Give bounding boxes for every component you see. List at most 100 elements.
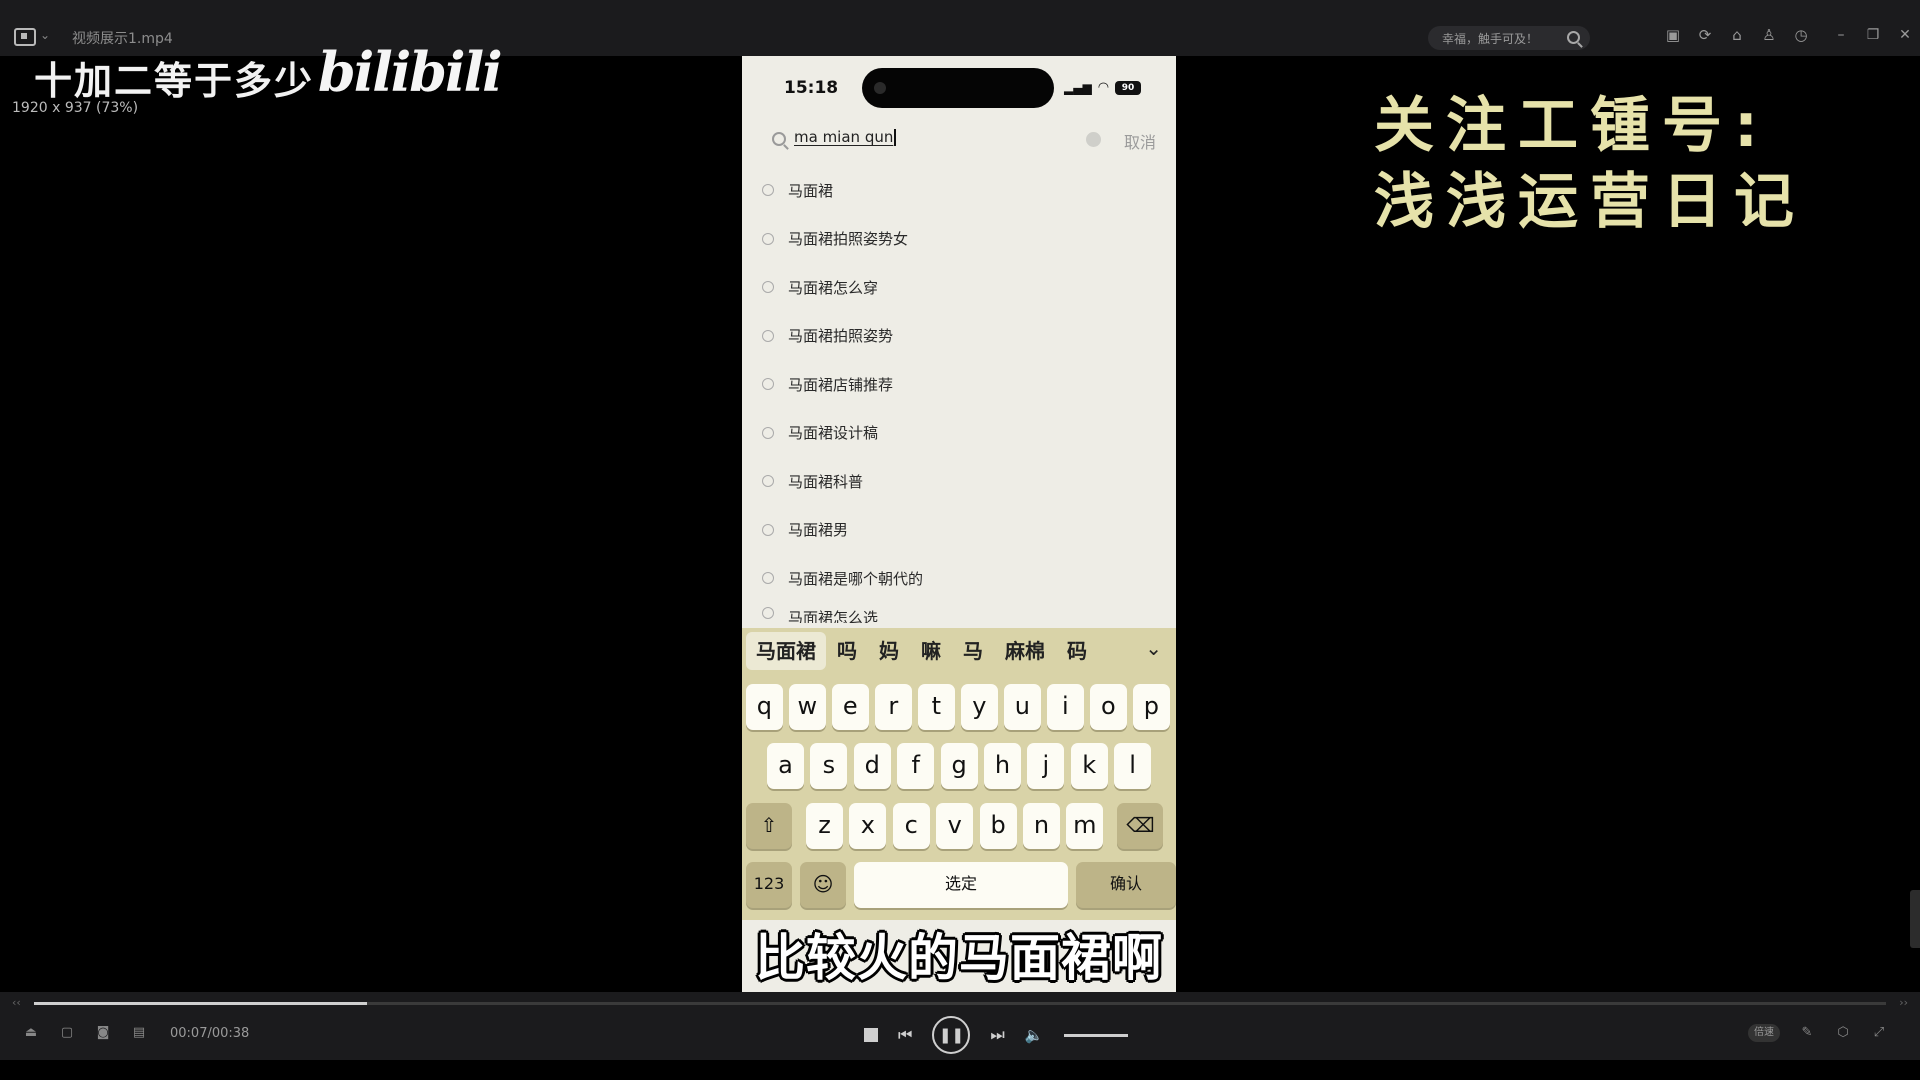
chevron-left-icon[interactable]: ‹‹ [12, 996, 21, 1009]
suggestion-item[interactable]: 马面裙拍照姿势 [742, 312, 1176, 361]
suggestion-item[interactable]: 马面裙怎么穿 [742, 263, 1176, 312]
suggestion-item[interactable]: 马面裙科普 [742, 457, 1176, 506]
chevron-down-icon[interactable]: ⌄ [40, 28, 50, 42]
battery-icon: 90 [1115, 80, 1142, 95]
fullscreen-icon[interactable]: ⤢ [1870, 1024, 1888, 1042]
key-d[interactable]: d [853, 743, 891, 789]
previous-icon[interactable]: ⏮ [898, 1025, 912, 1045]
candidate-word[interactable]: 码 [1056, 632, 1098, 670]
space-key[interactable]: 选定 [854, 862, 1068, 908]
text-caret [894, 129, 897, 146]
key-y[interactable]: y [961, 684, 998, 730]
candidate-word[interactable]: 吗 [826, 632, 868, 670]
close-icon[interactable]: ✕ [1896, 26, 1914, 44]
refresh-icon[interactable]: ⟳ [1696, 26, 1714, 44]
candidate-word[interactable]: 马 [952, 632, 994, 670]
3d-icon[interactable]: ⬡ [1834, 1024, 1852, 1042]
camera-icon[interactable]: ◙ [94, 1024, 112, 1042]
speed-button[interactable]: 倍速 [1748, 1024, 1780, 1042]
progress-bar[interactable] [34, 1002, 1886, 1005]
key-r[interactable]: r [875, 684, 912, 730]
wifi-icon: ◠ [1097, 80, 1110, 95]
emoji-key[interactable]: ☺ [800, 862, 846, 908]
shift-icon: ⇧ [760, 813, 778, 837]
emoji-icon: ☺ [812, 872, 834, 896]
key-o[interactable]: o [1090, 684, 1127, 730]
search-input[interactable]: ma mian qun [794, 128, 1024, 150]
dynamic-island [862, 68, 1054, 108]
player-controls: ‹‹ ›› ⏏ ▢ ◙ ▤ 00:07/00:38 ⏮ ❚❚ ⏭ 🔈 倍速 ✎ … [0, 992, 1920, 1060]
confirm-key[interactable]: 确认 [1076, 862, 1176, 908]
numbers-key[interactable]: 123 [746, 862, 792, 908]
frame-icon[interactable]: ▢ [58, 1024, 76, 1042]
app-logo-icon[interactable] [14, 28, 36, 46]
shift-key[interactable]: ⇧ [746, 803, 792, 849]
candidate-word[interactable]: 马面裙 [746, 632, 826, 670]
key-a[interactable]: a [767, 743, 804, 789]
key-v[interactable]: v [936, 803, 974, 849]
suggestion-list: 马面裙 马面裙拍照姿势女 马面裙怎么穿 马面裙拍照姿势 马面裙店铺推荐 马面裙设… [742, 166, 1176, 623]
suggestion-item[interactable]: 马面裙是哪个朝代的 [742, 554, 1176, 603]
stop-icon[interactable] [864, 1028, 878, 1042]
key-b[interactable]: b [979, 803, 1017, 849]
key-u[interactable]: u [1004, 684, 1041, 730]
key-n[interactable]: n [1022, 803, 1060, 849]
key-i[interactable]: i [1047, 684, 1084, 730]
shirt-icon[interactable]: ♙ [1760, 26, 1778, 44]
key-m[interactable]: m [1066, 803, 1104, 849]
suggestion-item[interactable]: 马面裙怎么选 [742, 603, 1176, 623]
suggestion-item[interactable]: 马面裙 [742, 166, 1176, 215]
suggestion-item[interactable]: 马面裙设计稿 [742, 409, 1176, 458]
candidate-word[interactable]: 嘛 [910, 632, 952, 670]
search-icon [762, 572, 774, 585]
suggestion-item[interactable]: 马面裙拍照姿势女 [742, 215, 1176, 264]
key-e[interactable]: e [832, 684, 869, 730]
record-icon[interactable]: ▤ [130, 1024, 148, 1042]
key-w[interactable]: w [789, 684, 826, 730]
signal-icon: ▂▄▆ [1064, 80, 1092, 95]
key-j[interactable]: j [1027, 743, 1065, 789]
next-icon[interactable]: ⏭ [990, 1025, 1004, 1045]
key-l[interactable]: l [1114, 743, 1152, 789]
time-display: 00:07/00:38 [170, 1026, 250, 1041]
delete-icon: ⌫ [1126, 813, 1155, 837]
status-time: 15:18 [784, 78, 839, 98]
candidate-bar: 马面裙 吗 妈 嘛 马 麻棉 码 ⌄ [742, 628, 1176, 674]
volume-icon[interactable]: 🔈 [1025, 1026, 1044, 1044]
volume-slider[interactable] [1063, 1033, 1128, 1037]
side-panel-handle[interactable] [1910, 890, 1920, 948]
chevron-down-icon[interactable]: ⌄ [1145, 636, 1162, 660]
search-icon [762, 475, 774, 488]
search-icon [762, 378, 774, 391]
chevron-right-icon[interactable]: ›› [1899, 996, 1908, 1009]
key-x[interactable]: x [849, 803, 887, 849]
player-title-bar: ⌄ 视频展示1.mp4 幸福，触手可及！ ▣ ⟳ ⌂ ♙ ◷ – ❐ ✕ [0, 0, 1920, 56]
key-q[interactable]: q [746, 684, 783, 730]
screenshot-icon[interactable]: ▣ [1664, 26, 1682, 44]
key-s[interactable]: s [810, 743, 848, 789]
key-t[interactable]: t [918, 684, 955, 730]
key-k[interactable]: k [1070, 743, 1108, 789]
key-z[interactable]: z [806, 803, 843, 849]
candidate-word[interactable]: 麻棉 [994, 632, 1056, 670]
delete-key[interactable]: ⌫ [1117, 803, 1164, 849]
candidate-word[interactable]: 妈 [868, 632, 910, 670]
pause-button[interactable]: ❚❚ [932, 1016, 971, 1054]
cancel-button[interactable]: 取消 [1124, 129, 1156, 153]
key-g[interactable]: g [940, 743, 978, 789]
suggestion-item[interactable]: 马面裙男 [742, 506, 1176, 555]
key-f[interactable]: f [897, 743, 935, 789]
clear-icon[interactable] [1086, 132, 1101, 147]
minimize-icon[interactable]: – [1832, 26, 1850, 44]
key-h[interactable]: h [983, 743, 1021, 789]
restore-icon[interactable]: ❐ [1864, 26, 1882, 44]
skin-icon[interactable]: ⌂ [1728, 26, 1746, 44]
key-p[interactable]: p [1133, 684, 1170, 730]
player-search-box[interactable]: 幸福，触手可及！ [1428, 26, 1590, 50]
suggestion-item[interactable]: 马面裙店铺推荐 [742, 360, 1176, 409]
key-c[interactable]: c [892, 803, 930, 849]
settings-icon[interactable]: ✎ [1798, 1024, 1816, 1042]
clock-icon[interactable]: ◷ [1792, 26, 1810, 44]
eject-icon[interactable]: ⏏ [22, 1024, 40, 1042]
search-icon[interactable] [1567, 31, 1580, 44]
